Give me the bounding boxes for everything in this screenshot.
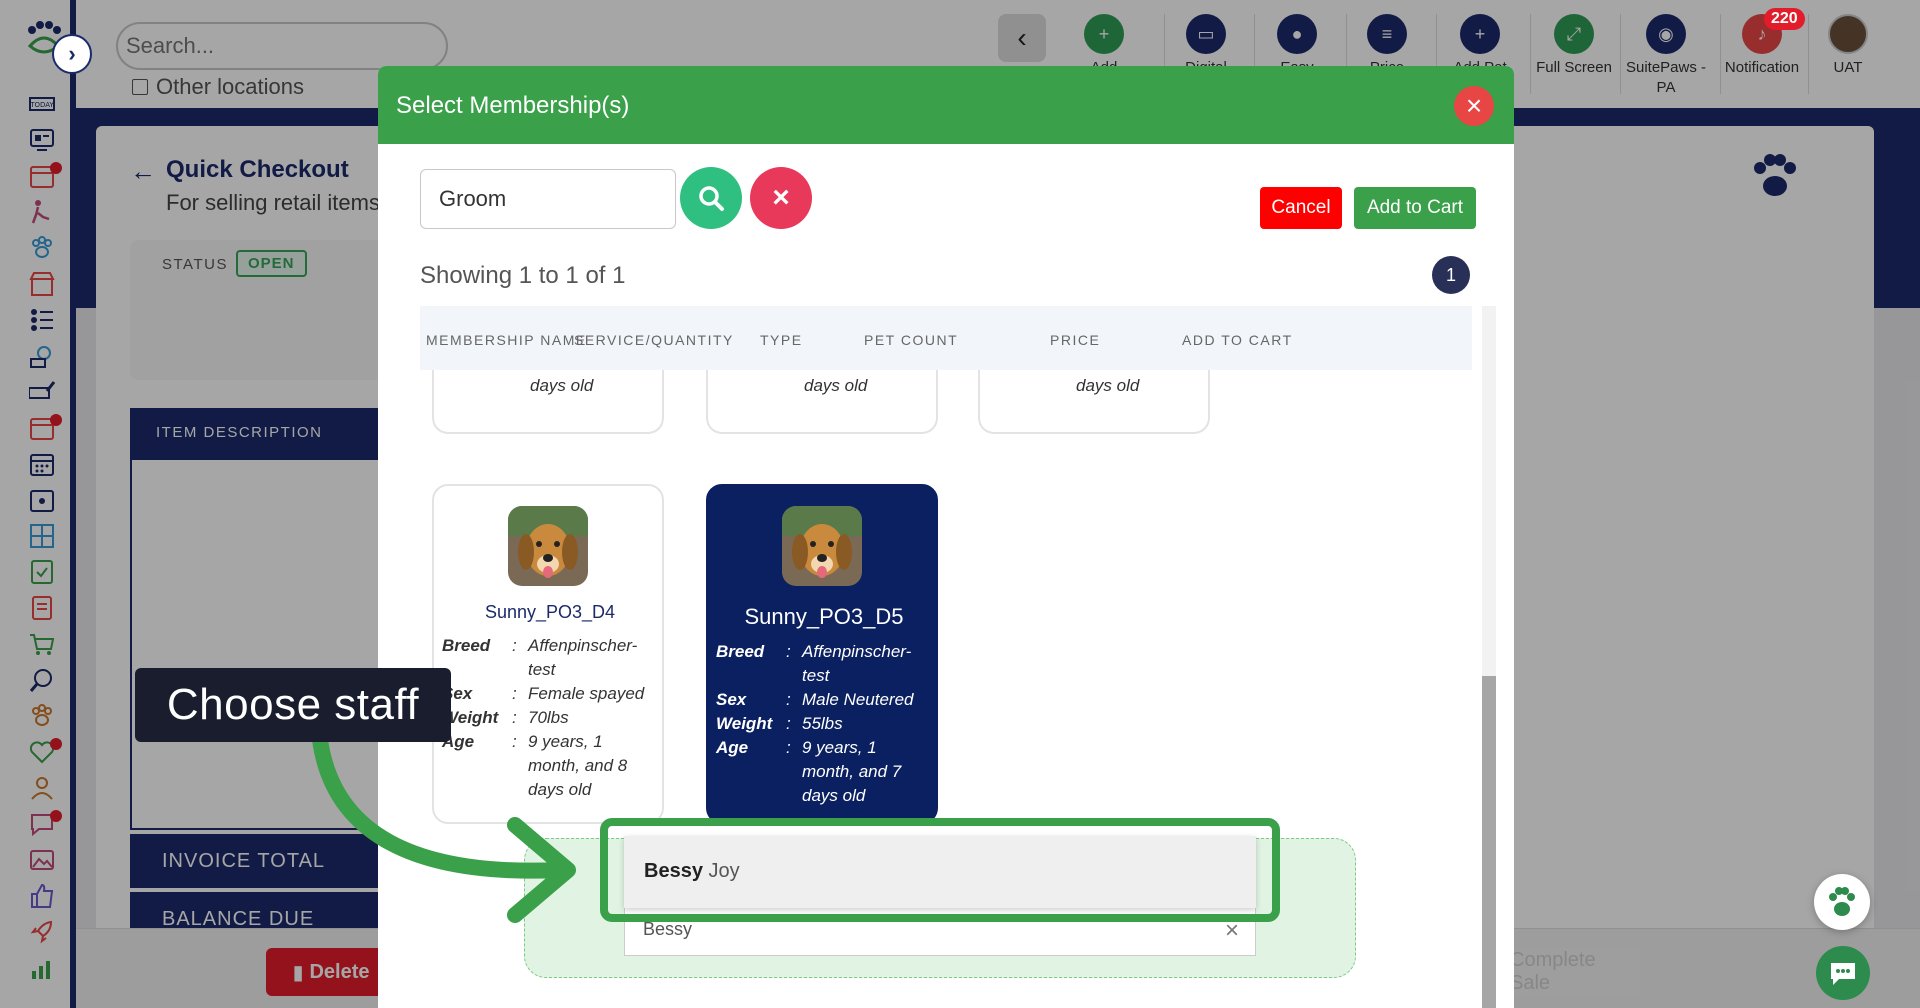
dog-photo-icon (782, 506, 862, 586)
pet-name: Sunny_PO3_D4 (484, 602, 616, 622)
sex-value: Female spayed (528, 684, 645, 703)
pet-card[interactable]: month, and 12 days old (432, 370, 664, 434)
sex-label: Sex (716, 690, 747, 709)
search-icon (699, 186, 724, 211)
clear-search-button[interactable]: × (750, 167, 812, 229)
breed-value: Affenpinscher-test (528, 636, 638, 679)
age-value: 9 years, 1 month, and 7 days old (802, 738, 902, 805)
age-label: Age (716, 738, 749, 757)
sex-value: Male Neutered (802, 690, 914, 709)
scrollbar-thumb[interactable] (1482, 676, 1496, 1008)
membership-search-input[interactable] (420, 169, 676, 229)
modal-header: Select Membership(s) × (378, 66, 1514, 144)
separator: : (512, 636, 517, 655)
annotation-arrow-icon (312, 732, 576, 923)
weight-value: 70lbs (528, 708, 569, 727)
separator: : (786, 714, 791, 733)
pet-card-selected[interactable]: Sunny_PO3_D5 Breed: Affenpinscher-test Se… (706, 484, 938, 824)
column-header: PRICE (1050, 332, 1101, 348)
separator: : (512, 684, 517, 703)
cancel-button[interactable]: Cancel (1260, 187, 1342, 229)
weight-value: 55lbs (802, 714, 843, 733)
highlight-box (600, 818, 1280, 922)
dog-photo-icon (508, 506, 588, 586)
column-header: PET COUNT (864, 332, 959, 348)
pet-photo (508, 506, 588, 586)
pet-age-value: month, and 12 days old (530, 370, 639, 395)
column-header: SERVICE/QUANTITY (574, 332, 734, 348)
sex-label: Sex (442, 684, 473, 703)
page-number-button[interactable]: 1 (1432, 256, 1470, 294)
table-header: MEMBERSHIP NAME SERVICE/QUANTITY TYPE PE… (420, 306, 1472, 370)
paw-help-button[interactable] (1814, 874, 1870, 930)
close-icon: × (772, 181, 790, 214)
search-button[interactable] (680, 167, 742, 229)
pet-card[interactable]: month, and 9 days old (978, 370, 1210, 434)
modal-title: Select Membership(s) (396, 92, 630, 119)
separator: : (786, 642, 791, 661)
pet-photo (782, 506, 862, 586)
separator: : (786, 738, 791, 757)
support-chat-icon (1831, 963, 1855, 985)
weight-label: Weight (716, 714, 773, 733)
breed-label: Breed (716, 642, 765, 661)
paw-icon (1829, 887, 1855, 916)
breed-value: Affenpinscher-test (802, 642, 912, 685)
close-icon: × (1465, 90, 1483, 121)
sidebar-toggle-button[interactable]: › (52, 34, 92, 74)
add-to-cart-button[interactable]: Add to Cart (1354, 187, 1476, 229)
breed-label: Breed (442, 636, 491, 655)
pet-name: Sunny_PO3_D5 (744, 604, 904, 629)
pet-age-value: month, and 9 days old (1076, 370, 1175, 395)
modal-close-button[interactable]: × (1454, 86, 1494, 126)
column-header: ADD TO CART (1182, 332, 1293, 348)
notification-count-badge: 220 (1764, 8, 1805, 30)
pet-age-value: month, and 10 days old (804, 370, 913, 395)
separator: : (512, 708, 517, 727)
scrollbar[interactable] (1482, 306, 1496, 1008)
staff-select-value: Bessy (643, 919, 693, 939)
chevron-right-icon: › (68, 41, 76, 66)
results-count: Showing 1 to 1 of 1 (420, 262, 626, 289)
column-header: MEMBERSHIP NAME (426, 332, 587, 348)
chat-support-button[interactable] (1816, 946, 1870, 1000)
tooltip-choose-staff: Choose staff (135, 668, 451, 742)
separator: : (786, 690, 791, 709)
weight-label: Weight (442, 708, 499, 727)
column-header: TYPE (760, 332, 803, 348)
pet-card[interactable]: month, and 10 days old (706, 370, 938, 434)
